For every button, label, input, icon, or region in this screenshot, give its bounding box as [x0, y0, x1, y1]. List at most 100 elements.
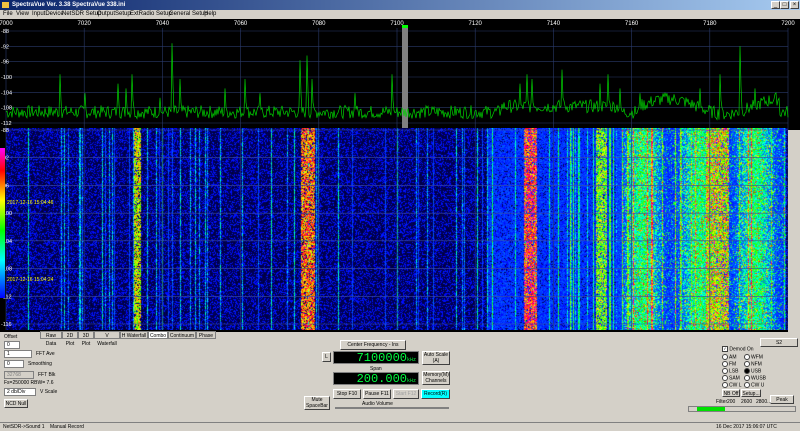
spectrum-plot[interactable]: 7000 7020 7040 7060 7080 7100 7120 7140 7160 7180…: [0, 19, 800, 332]
mute-button[interactable]: Mute SpaceBar: [304, 396, 330, 410]
span-value: 200.000: [356, 372, 407, 386]
tab-phase[interactable]: Phase: [196, 331, 216, 339]
tab-v-waterfall[interactable]: V Waterfall: [94, 331, 120, 347]
fft-blk-dropdown[interactable]: 32768: [4, 371, 34, 379]
mode-wusb[interactable]: WUSB: [744, 375, 766, 381]
level-tick-label: -104: [1, 90, 12, 96]
fft-ave-label: FFT Ave: [36, 351, 55, 357]
mode-nfm-label: NFM: [751, 361, 762, 368]
close-button[interactable]: ×: [790, 1, 799, 9]
tuning-marker-top: [402, 25, 408, 28]
freq-tick-label: 7120: [469, 21, 483, 27]
freq-tick-label: 7060: [234, 21, 248, 27]
l-button[interactable]: L: [322, 352, 331, 362]
mode-sam-label: SAM: [729, 375, 740, 382]
frequency-value: 7100000: [356, 351, 407, 365]
menu-file[interactable]: File: [3, 10, 13, 19]
stop-button[interactable]: Stop F10: [333, 389, 361, 399]
filter-slider[interactable]: [688, 406, 796, 412]
fft-ave-input[interactable]: 1: [4, 350, 32, 358]
freq-tick-label: 7080: [312, 21, 326, 27]
memory-channels-button[interactable]: Memory(M) Channels: [422, 371, 450, 385]
mode-sam[interactable]: SAM: [722, 375, 740, 381]
minimize-button[interactable]: _: [771, 1, 780, 9]
vscale-dropdown[interactable]: 2 db/Div: [4, 388, 36, 396]
color-scale-bar: [0, 148, 5, 298]
freq-tick-label: 7140: [547, 21, 561, 27]
offset-dropdown[interactable]: 0: [4, 341, 20, 349]
tab-h-waterfall[interactable]: H Waterfall: [120, 331, 148, 339]
span-unit: kHz: [406, 378, 416, 384]
demod-on-checkbox[interactable]: ✓ Demod On: [722, 346, 754, 352]
span-display[interactable]: 200.000kHz: [333, 372, 419, 385]
tab-continuum[interactable]: Continuum: [168, 331, 196, 339]
demod-on-label: Demod On: [729, 346, 754, 353]
mode-wfm[interactable]: WFM: [744, 354, 763, 360]
mode-am[interactable]: AM: [722, 354, 737, 360]
mode-nfm[interactable]: NFM: [744, 361, 762, 367]
tab-3d-plot[interactable]: 3D Plot: [78, 331, 94, 347]
auto-scale-button[interactable]: Auto Scale (A): [422, 351, 450, 365]
waterfall-timestamp: 2017-12-16 15:04:24: [7, 277, 54, 283]
offset-label: Offset: [4, 334, 18, 340]
title-bar: SpectraVue Ver. 3.38 SpectraVue 338.ini …: [0, 0, 800, 10]
menu-help[interactable]: Help: [204, 10, 216, 19]
mode-lsb[interactable]: LSB: [722, 368, 738, 374]
tab-combo[interactable]: Combo: [148, 331, 168, 339]
menu-outputsetup[interactable]: OutputSetup: [97, 10, 131, 19]
record-button[interactable]: Record(R): [421, 389, 450, 399]
frequency-display[interactable]: 7100000kHz: [333, 351, 419, 364]
menu-view[interactable]: View: [16, 10, 29, 19]
mode-fm-label: FM: [729, 361, 737, 368]
mode-cw-l-label: CW L: [729, 382, 742, 389]
smoothing-input[interactable]: 0: [4, 360, 24, 368]
frequency-unit: kHz: [406, 357, 416, 363]
start-button[interactable]: Start F12: [393, 389, 419, 399]
tab-raw-data[interactable]: Raw Data: [40, 331, 62, 347]
filter-2600[interactable]: 2600: [741, 399, 752, 405]
mode-wfm-label: WFM: [751, 354, 763, 361]
freq-tick-label: 7040: [156, 21, 170, 27]
menu-extradio-setup[interactable]: ExtRadio Setup: [130, 10, 172, 19]
level-tick-label: -88: [1, 29, 9, 35]
filter-200[interactable]: 200: [727, 399, 735, 405]
pause-button[interactable]: Pause F11: [363, 389, 391, 399]
s2-button[interactable]: S2: [760, 338, 798, 347]
mode-usb[interactable]: USB: [744, 368, 761, 374]
tab-2d-plot[interactable]: 2D Plot: [62, 331, 78, 347]
mode-wusb-label: WUSB: [751, 375, 766, 382]
wf-level-label: -88: [1, 128, 9, 134]
level-tick-label: -100: [1, 75, 12, 81]
mode-cw-l[interactable]: CW L: [722, 382, 742, 388]
mode-cw-u[interactable]: CW U: [744, 382, 764, 388]
peak-button[interactable]: Peak: [770, 395, 794, 404]
level-tick-label: -112: [1, 121, 12, 127]
vscale-label: V Scale: [40, 389, 58, 395]
filter-2800[interactable]: 2800...: [756, 399, 771, 405]
spectrum-display[interactable]: 7000 7020 7040 7060 7080 7100 7120 7140 7160 7180…: [0, 19, 800, 332]
mode-fm[interactable]: FM: [722, 361, 736, 367]
window-title: SpectraVue Ver. 3.38 SpectraVue 338.ini: [12, 2, 126, 8]
freq-tick-label: 7000: [0, 21, 13, 27]
wf-level-label: -116: [1, 322, 12, 328]
freq-tick-label: 7160: [625, 21, 639, 27]
smoothing-label: Smoothing: [28, 361, 52, 367]
filter-slider-fill: [697, 407, 725, 411]
mode-cw-u-label: CW U: [751, 382, 765, 389]
waterfall-scrollbar[interactable]: [788, 130, 800, 332]
audio-volume-slider[interactable]: [335, 407, 449, 409]
nb-off-button[interactable]: NB Off: [722, 389, 740, 397]
center-frequency-button[interactable]: Center Frequency - Ins: [340, 340, 406, 350]
app-icon: [2, 2, 9, 8]
maximize-button[interactable]: □: [780, 1, 789, 9]
fft-blk-label: FFT Blk: [38, 372, 56, 378]
freq-tick-label: 7020: [78, 21, 92, 27]
menu-netsdr-setup[interactable]: NetSDR Setup: [62, 10, 101, 19]
ncd-null-button[interactable]: NCD Null: [4, 399, 28, 408]
menu-inputdevice[interactable]: InputDevice: [32, 10, 64, 19]
level-tick-label: -92: [1, 44, 9, 50]
menu-general-setup[interactable]: General Setup: [169, 10, 208, 19]
waterfall-timestamp: 2017-12-16 15:04:46: [7, 200, 54, 206]
menu-bar: File View InputDevice NetSDR Setup Outpu…: [0, 10, 800, 19]
setup-button[interactable]: Setup...: [741, 389, 761, 397]
